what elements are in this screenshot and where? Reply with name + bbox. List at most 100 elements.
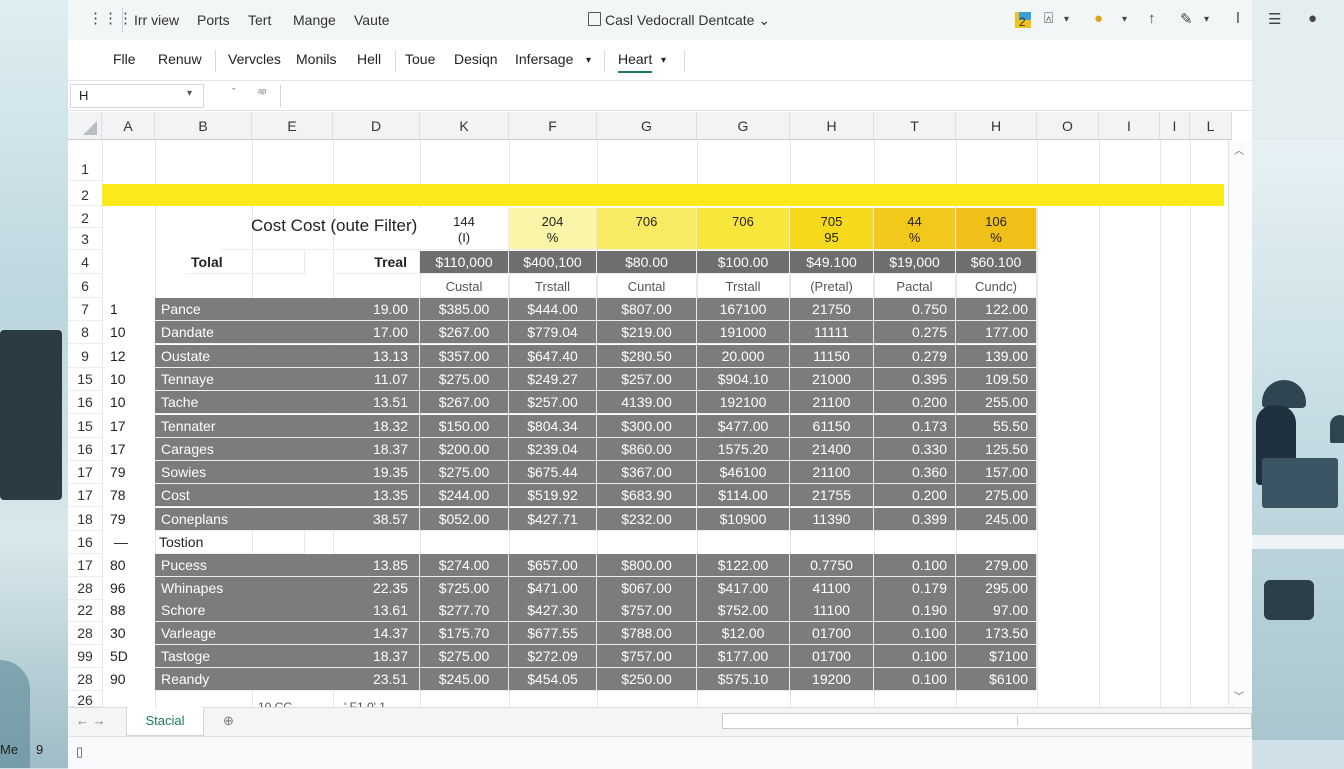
chevron-down-icon[interactable]: ▾ bbox=[1204, 14, 1209, 25]
item-value[interactable]: 13.35 bbox=[333, 484, 420, 507]
row-header[interactable]: 18 bbox=[68, 508, 102, 531]
cancel-icon[interactable]: ˇ bbox=[232, 87, 236, 99]
value-cell[interactable]: 0.330 bbox=[874, 437, 956, 461]
subheader-cell[interactable]: Trstall bbox=[509, 275, 597, 298]
column-header[interactable]: T bbox=[874, 112, 956, 140]
column-header[interactable]: A bbox=[102, 112, 155, 140]
value-cell[interactable]: 245.00 bbox=[956, 507, 1037, 531]
value-cell[interactable]: $367.00 bbox=[597, 461, 697, 485]
value-cell[interactable]: 11390 bbox=[790, 507, 874, 531]
sheet-tab[interactable]: Stacial bbox=[126, 707, 204, 736]
row-header[interactable]: 7 bbox=[68, 298, 102, 321]
item-value[interactable]: 14.37 bbox=[333, 622, 420, 645]
value-cell[interactable]: $250.00 bbox=[597, 667, 697, 691]
row-index[interactable]: 5D bbox=[102, 645, 160, 668]
summary-cell[interactable]: 144 (I) bbox=[420, 208, 509, 250]
row-header[interactable]: 17 bbox=[68, 461, 102, 485]
value-cell[interactable]: $725.00 bbox=[420, 576, 509, 600]
subheader-cell[interactable]: Cundc) bbox=[956, 275, 1037, 298]
value-cell[interactable]: $150.00 bbox=[420, 414, 509, 438]
value-cell[interactable]: $12.00 bbox=[697, 622, 790, 646]
total-label[interactable]: Treal bbox=[333, 251, 420, 274]
value-cell[interactable]: 0.100 bbox=[874, 644, 956, 668]
row-header[interactable]: 1 bbox=[68, 158, 102, 181]
row-header[interactable]: 16 bbox=[68, 531, 102, 554]
row-header[interactable]: 26 bbox=[68, 693, 102, 707]
value-cell[interactable]: $7100 bbox=[956, 644, 1037, 668]
arrow-up-icon[interactable]: ↑ bbox=[1148, 10, 1156, 27]
value-cell[interactable]: $275.00 bbox=[420, 644, 509, 668]
value-cell[interactable]: 21000 bbox=[790, 367, 874, 391]
value-cell[interactable]: $779.04 bbox=[509, 321, 597, 345]
item-value[interactable]: 19.35 bbox=[333, 461, 420, 484]
item-value[interactable]: 38.57 bbox=[333, 508, 420, 531]
value-cell[interactable]: $257.00 bbox=[509, 391, 597, 415]
row-index[interactable]: 79 bbox=[102, 461, 160, 484]
value-cell[interactable]: 167100 bbox=[697, 298, 790, 321]
item-value[interactable]: 17.00 bbox=[333, 321, 420, 344]
item-value[interactable]: 13.61 bbox=[333, 599, 420, 622]
value-cell[interactable]: $657.00 bbox=[509, 554, 597, 577]
row-index[interactable]: 88 bbox=[102, 599, 160, 622]
value-cell[interactable]: 157.00 bbox=[956, 461, 1037, 485]
total-value[interactable]: $400,100 bbox=[509, 251, 597, 274]
value-cell[interactable]: $807.00 bbox=[597, 298, 697, 321]
row-header[interactable]: 8 bbox=[68, 321, 102, 345]
row-index[interactable]: 1 bbox=[102, 298, 160, 321]
value-cell[interactable]: 0.750 bbox=[874, 298, 956, 321]
item-value[interactable]: 22.35 bbox=[333, 577, 420, 600]
row-header[interactable]: 15 bbox=[68, 415, 102, 438]
value-cell[interactable]: $385.00 bbox=[420, 298, 509, 321]
value-cell[interactable]: 0.399 bbox=[874, 507, 956, 531]
value-cell[interactable]: 21755 bbox=[790, 484, 874, 508]
row-header[interactable]: 22 bbox=[68, 599, 102, 623]
value-cell[interactable]: $280.50 bbox=[597, 344, 697, 368]
menu-item-ports[interactable]: Ports bbox=[197, 12, 230, 28]
pen-icon[interactable]: ✎ bbox=[1180, 10, 1193, 28]
select-all-corner[interactable] bbox=[68, 112, 102, 140]
menu-item-mange[interactable]: Mange bbox=[293, 12, 336, 28]
row-header[interactable]: 4 bbox=[68, 251, 102, 274]
row-index[interactable]: 78 bbox=[102, 484, 160, 507]
value-cell[interactable]: $245.00 bbox=[420, 667, 509, 691]
value-cell[interactable]: 0.395 bbox=[874, 367, 956, 391]
value-cell[interactable]: $444.00 bbox=[509, 298, 597, 321]
total-value[interactable]: $19,000 bbox=[874, 251, 956, 274]
row-index[interactable]: 96 bbox=[102, 577, 160, 600]
value-cell[interactable]: 11111 bbox=[790, 321, 874, 345]
value-cell[interactable]: $249.27 bbox=[509, 367, 597, 391]
vertical-scrollbar[interactable]: ︿ ﹀ bbox=[1228, 140, 1251, 705]
section-label[interactable]: Tostion bbox=[155, 531, 305, 554]
app-launcher-icon[interactable]: ⋮⋮⋮ bbox=[88, 11, 133, 27]
total-label[interactable]: Tolal bbox=[185, 251, 305, 274]
total-value[interactable]: $60.100 bbox=[956, 251, 1037, 274]
value-cell[interactable]: $052.00 bbox=[420, 507, 509, 531]
value-cell[interactable]: $275.00 bbox=[420, 367, 509, 391]
tab-toue[interactable]: Toue bbox=[405, 51, 435, 67]
summary-cell[interactable]: 706 bbox=[597, 208, 697, 250]
value-cell[interactable]: $067.00 bbox=[597, 576, 697, 600]
value-cell[interactable]: $757.00 bbox=[597, 644, 697, 668]
column-header[interactable]: H bbox=[956, 112, 1037, 140]
row-index[interactable]: 30 bbox=[102, 622, 160, 645]
row-header[interactable]: 6 bbox=[68, 275, 102, 298]
value-cell[interactable]: $232.00 bbox=[597, 507, 697, 531]
value-cell[interactable]: $114.00 bbox=[697, 484, 790, 508]
chevron-down-icon[interactable]: ▾ bbox=[1122, 14, 1127, 25]
summary-cell[interactable]: 44% bbox=[874, 208, 956, 250]
value-cell[interactable]: 0.7750 bbox=[790, 554, 874, 577]
status-icon[interactable]: ▯ bbox=[76, 744, 83, 760]
value-cell[interactable]: $6100 bbox=[956, 667, 1037, 691]
value-cell[interactable]: 177.00 bbox=[956, 321, 1037, 345]
value-cell[interactable]: 0.200 bbox=[874, 484, 956, 508]
row-index[interactable]: 90 bbox=[102, 668, 160, 691]
menu-item-vaute[interactable]: Vaute bbox=[354, 12, 390, 28]
row-header[interactable]: 16 bbox=[68, 438, 102, 461]
column-header[interactable]: K bbox=[420, 112, 509, 140]
value-cell[interactable]: 279.00 bbox=[956, 554, 1037, 577]
value-cell[interactable]: $10900 bbox=[697, 507, 790, 531]
value-cell[interactable]: 61150 bbox=[790, 414, 874, 438]
value-cell[interactable]: $177.00 bbox=[697, 644, 790, 668]
value-cell[interactable]: 11150 bbox=[790, 344, 874, 368]
account-icon[interactable]: ● bbox=[1308, 10, 1317, 27]
